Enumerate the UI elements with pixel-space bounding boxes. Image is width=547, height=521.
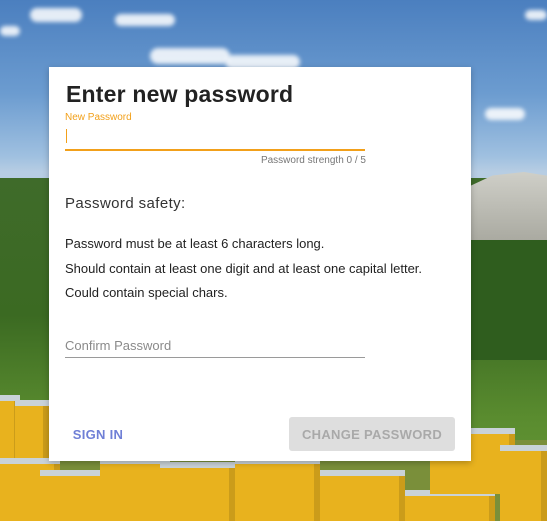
page-title: Enter new password bbox=[66, 81, 294, 107]
cloud bbox=[525, 10, 547, 20]
new-password-input[interactable] bbox=[65, 125, 365, 151]
trees bbox=[470, 240, 547, 360]
password-strength-indicator: Password strength 0 / 5 bbox=[260, 155, 366, 166]
cloud bbox=[150, 48, 230, 64]
cloud bbox=[30, 8, 82, 22]
cliff bbox=[470, 172, 547, 242]
beehive bbox=[15, 400, 49, 461]
password-rule: Could contain special chars. bbox=[65, 285, 228, 300]
password-rule: Password must be at least 6 characters l… bbox=[65, 236, 325, 251]
beehive bbox=[160, 462, 235, 521]
sign-in-button[interactable]: SIGN IN bbox=[63, 417, 133, 451]
cloud bbox=[485, 108, 525, 120]
beehive bbox=[235, 458, 320, 521]
beehive bbox=[405, 490, 495, 521]
cloud bbox=[115, 14, 175, 26]
new-password-label: New Password bbox=[65, 112, 132, 123]
password-card: Enter new password New Password Password… bbox=[49, 67, 471, 461]
beehive bbox=[320, 470, 405, 521]
beehive bbox=[500, 445, 547, 521]
change-password-button[interactable]: CHANGE PASSWORD bbox=[289, 417, 455, 451]
password-rule: Should contain at least one digit and at… bbox=[65, 261, 423, 276]
password-safety-heading: Password safety: bbox=[65, 195, 186, 212]
confirm-password-input[interactable] bbox=[65, 333, 365, 358]
text-caret bbox=[66, 129, 67, 143]
cloud bbox=[0, 26, 20, 36]
